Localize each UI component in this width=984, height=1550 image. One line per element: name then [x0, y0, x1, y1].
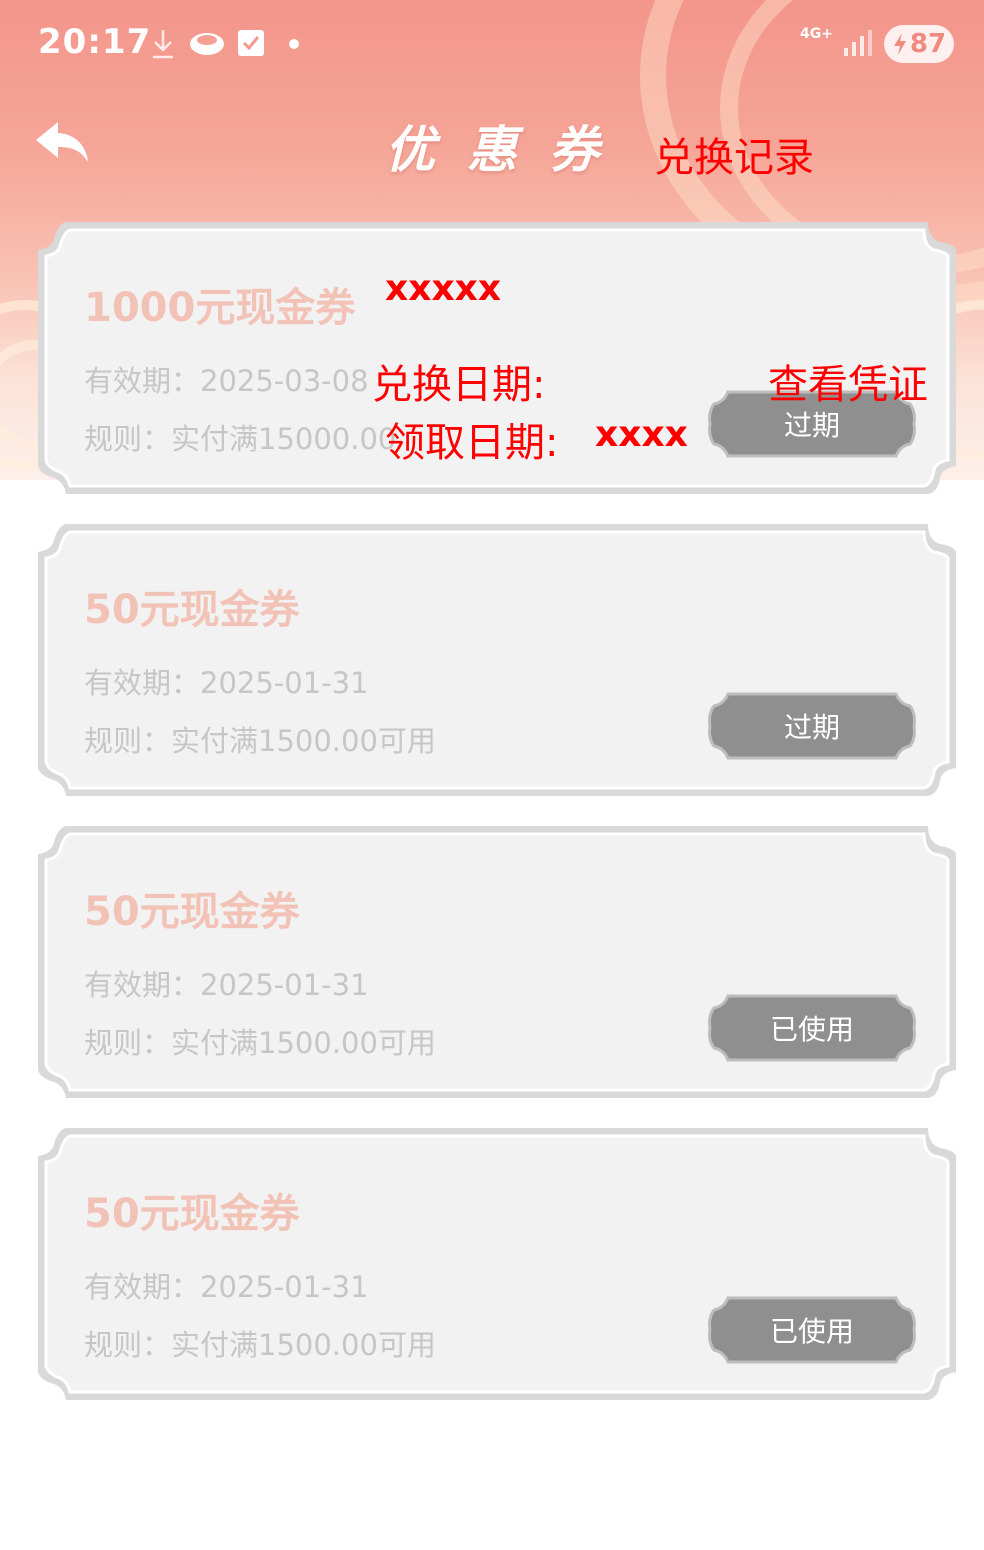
- receive-date-value: xxxx: [595, 414, 688, 455]
- coupon-rule: 规则：实付满15000.00: [84, 422, 397, 456]
- exchange-date-label: 兑换日期:: [372, 362, 546, 408]
- coupon-validity: 有效期：2025-01-31: [84, 968, 369, 1002]
- coupon-card: 50元现金券 有效期：2025-01-31 规则：实付满1500.00可用 过期: [36, 522, 958, 798]
- coupon-rule: 规则：实付满1500.00可用: [84, 724, 436, 758]
- receive-date-label: 领取日期:: [385, 420, 559, 466]
- coupon-status-button[interactable]: 已使用: [706, 1294, 918, 1366]
- coupon-title: 50元现金券: [84, 1191, 300, 1237]
- coupon-status-label: 已使用: [769, 1315, 854, 1348]
- coupon-validity: 有效期：2025-01-31: [84, 1270, 369, 1304]
- coupon-name-placeholder: xxxxx: [385, 268, 502, 309]
- coupon-card: 50元现金券 有效期：2025-01-31 规则：实付满1500.00可用 已使…: [36, 1126, 958, 1402]
- coupon-rule: 规则：实付满1500.00可用: [84, 1328, 436, 1362]
- coupon-card: 50元现金券 有效期：2025-01-31 规则：实付满1500.00可用 已使…: [36, 824, 958, 1100]
- coupon-rule: 规则：实付满1500.00可用: [84, 1026, 436, 1060]
- coupon-validity: 有效期：2025-03-08: [84, 364, 369, 398]
- coupon-status-label: 已使用: [769, 1013, 854, 1046]
- coupon-list: 1000元现金券 有效期：2025-03-08 规则：实付满15000.00 过…: [0, 0, 984, 1550]
- view-voucher-link[interactable]: 查看凭证: [768, 352, 928, 410]
- coupon-status-button[interactable]: 过期: [706, 690, 918, 762]
- coupon-validity: 有效期：2025-01-31: [84, 666, 369, 700]
- coupon-title: 50元现金券: [84, 587, 300, 633]
- coupon-title: 1000元现金券: [84, 285, 356, 331]
- coupon-status-label: 过期: [783, 711, 840, 744]
- coupon-title: 50元现金券: [84, 889, 300, 935]
- coupon-status-button[interactable]: 已使用: [706, 992, 918, 1064]
